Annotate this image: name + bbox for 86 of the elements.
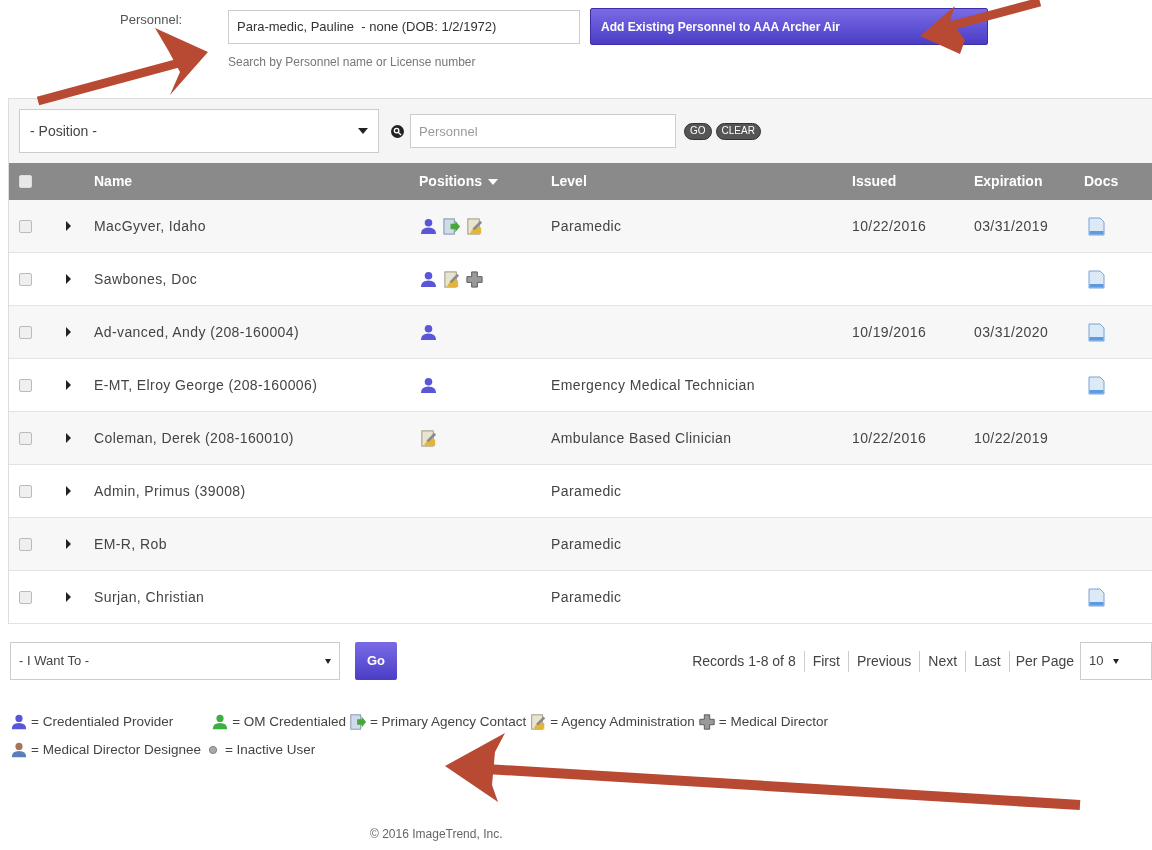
caret-icon	[1113, 658, 1120, 664]
table-cell-text: 10/22/2016	[852, 216, 928, 236]
table-cell-text: 10/22/2016	[852, 428, 928, 448]
document-pencil-icon	[465, 216, 484, 236]
person-icon	[10, 741, 28, 760]
person-icon	[419, 216, 438, 236]
person-icon	[419, 269, 438, 289]
caret-icon	[358, 128, 368, 134]
expand-icon[interactable]	[66, 539, 71, 549]
table-cell-text: Paramedic	[551, 216, 623, 236]
document-icon[interactable]	[1088, 322, 1105, 342]
cross-icon	[697, 713, 716, 732]
records-text: Records 1-8 of 8	[692, 651, 797, 671]
table-cell-text: Coleman, Derek (208-160010)	[94, 428, 295, 448]
go-button[interactable]: GO	[684, 122, 712, 140]
add-personnel-button[interactable]: Add Existing Personnel to AAA Archer Air	[590, 8, 988, 45]
table-cell-text: MacGyver, Idaho	[94, 216, 207, 236]
table-cell-text: EM-R, Rob	[94, 534, 168, 554]
pagination-link[interactable]: Last	[965, 650, 1009, 672]
checkbox[interactable]	[19, 590, 32, 604]
cross-icon	[465, 269, 484, 289]
go-button[interactable]: Go	[355, 642, 397, 680]
document-pencil-icon	[529, 713, 548, 732]
table-cell-text: Paramedic	[551, 481, 623, 501]
legend-label: = Primary Agency Contact	[369, 713, 527, 731]
personnel-search-field[interactable]: Personnel	[410, 114, 676, 148]
checkbox[interactable]	[19, 272, 32, 286]
table-cell-text: Emergency Medical Technician	[551, 375, 756, 395]
legend-label: = Inactive User	[224, 741, 316, 760]
expand-icon[interactable]	[66, 380, 71, 390]
table-cell-text: Paramedic	[551, 587, 623, 607]
legend-label: = Agency Administration	[550, 713, 695, 731]
checkbox[interactable]	[19, 537, 32, 551]
document-arrow-icon	[348, 713, 367, 732]
checkbox[interactable]	[19, 325, 32, 339]
document-pencil-icon	[442, 269, 461, 289]
pagination-link[interactable]: First	[803, 650, 848, 672]
legend-label: = Medical Director Designee	[31, 741, 201, 760]
copyright-text: © 2016 ImageTrend, Inc.	[370, 826, 503, 841]
field-label: Personnel:	[120, 11, 184, 29]
table-cell-text: Admin, Primus (39008)	[94, 481, 247, 501]
document-icon[interactable]	[1088, 269, 1105, 289]
table-cell-text: 10/22/2019	[974, 428, 1050, 448]
table-cell-text: 03/31/2020	[974, 322, 1050, 342]
expand-icon[interactable]	[66, 274, 71, 284]
table-cell-text: Sawbones, Doc	[94, 269, 199, 289]
expand-icon[interactable]	[66, 221, 71, 231]
table-cell-text: Paramedic	[551, 534, 623, 554]
checkbox[interactable]	[19, 219, 32, 233]
table-cell-text: E-MT, Elroy George (208-160006)	[94, 375, 319, 395]
table-cell-text: Ambulance Based Clinician	[551, 428, 733, 448]
person-icon	[211, 713, 230, 732]
caret-icon	[325, 658, 331, 664]
checkbox[interactable]	[19, 175, 32, 188]
pagination-link[interactable]: Next	[919, 650, 966, 672]
checkbox[interactable]	[19, 378, 32, 392]
document-icon[interactable]	[1088, 375, 1105, 395]
expand-icon[interactable]	[66, 592, 71, 602]
legend-label: = Medical Director	[718, 713, 828, 731]
position-select[interactable]: - Position -	[19, 109, 379, 153]
hint-text: Search by Personnel name or License number	[228, 54, 477, 71]
personnel-input[interactable]: Para-medic, Pauline - none (DOB: 1/2/1972)	[228, 9, 580, 44]
table-cell-text: 03/31/2019	[974, 216, 1050, 236]
per-page-select[interactable]: 10	[1080, 642, 1152, 680]
pagination-link[interactable]: Previous	[847, 650, 920, 672]
table-cell-text: Ad-vanced, Andy (208-160004)	[94, 322, 300, 342]
expand-icon[interactable]	[66, 327, 71, 337]
search-icon	[391, 124, 404, 138]
checkbox[interactable]	[19, 431, 32, 445]
document-pencil-icon	[419, 428, 438, 448]
action-select[interactable]: - I Want To -	[10, 642, 340, 680]
table-cell-text: 10/19/2016	[852, 322, 928, 342]
document-icon[interactable]	[1088, 216, 1105, 236]
document-icon[interactable]	[1088, 587, 1105, 607]
checkbox[interactable]	[19, 484, 32, 498]
person-icon	[419, 375, 438, 395]
expand-icon[interactable]	[66, 486, 71, 496]
expand-icon[interactable]	[66, 433, 71, 443]
legend-label: = Credentialed Provider	[31, 713, 174, 731]
document-arrow-icon	[442, 216, 461, 236]
person-icon	[10, 713, 28, 732]
clear-button[interactable]: CLEAR	[715, 122, 761, 140]
person-icon	[419, 322, 438, 342]
table-cell-text: Surjan, Christian	[94, 587, 206, 607]
sort-icon	[488, 178, 498, 185]
legend-label: = OM Credentialed	[232, 713, 346, 731]
